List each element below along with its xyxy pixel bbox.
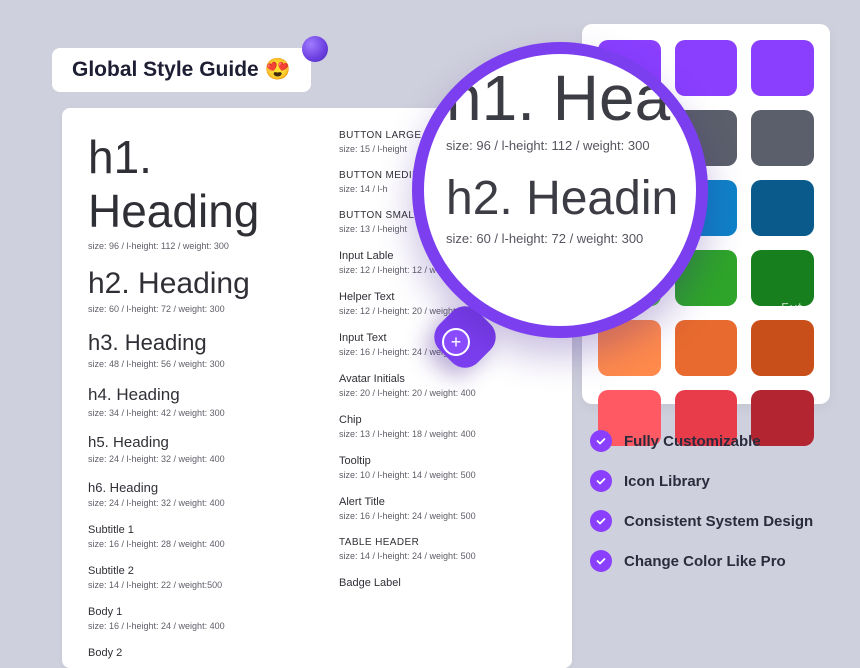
typography-item-spec: size: 16 / l-height: 24 / weight: 400 (88, 621, 295, 631)
typography-item-name: h2. Heading (88, 267, 295, 301)
typography-item-spec: size: 24 / l-height: 32 / weight: 400 (88, 454, 295, 464)
typography-item-spec: size: 20 / l-height: 20 / weight: 400 (339, 388, 546, 398)
typography-item: Body 1 size: 16 / l-height: 24 / weight: … (88, 606, 295, 631)
typography-item-spec: size: 16 / l-height: 24 / weight: 500 (339, 511, 546, 521)
typography-item: h5. Heading size: 24 / l-height: 32 / wei… (88, 434, 295, 464)
typography-item: h3. Heading size: 48 / l-height: 56 / wei… (88, 330, 295, 369)
typography-item-name: Tooltip (339, 455, 546, 467)
typography-item: Badge Label (339, 577, 546, 589)
typography-item-name: Subtitle 1 (88, 524, 295, 536)
color-swatch[interactable] (751, 180, 814, 236)
typography-item: Subtitle 2 size: 14 / l-height: 22 / weig… (88, 565, 295, 590)
typography-item: h2. Heading size: 60 / l-height: 72 / wei… (88, 267, 295, 314)
typography-item: Alert Title size: 16 / l-height: 24 / wei… (339, 496, 546, 521)
typography-item: Avatar Initials size: 20 / l-height: 20 /… (339, 373, 546, 398)
feature-item: Consistent System Design (590, 510, 822, 532)
color-swatch[interactable] (751, 110, 814, 166)
typography-item-name: Chip (339, 414, 546, 426)
check-icon (590, 470, 612, 492)
feature-item: Change Color Like Pro (590, 550, 822, 572)
typography-item-name: h6. Heading (88, 480, 295, 495)
check-icon (590, 430, 612, 452)
zoom-ring: h1. Hea size: 96 / l-height: 112 / weigh… (412, 42, 708, 338)
typography-item-name: Avatar Initials (339, 373, 546, 385)
typography-item-name: h1. Heading (88, 130, 295, 238)
typography-item-spec: size: 48 / l-height: 56 / weight: 300 (88, 359, 295, 369)
typography-item-name: h4. Heading (88, 385, 295, 405)
check-icon (590, 510, 612, 532)
page-title-pill: Global Style Guide 😍 (52, 48, 311, 92)
typography-item: TABLE HEADER size: 14 / l-height: 24 / we… (339, 537, 546, 561)
zoom-lens: h1. Hea size: 96 / l-height: 112 / weigh… (412, 42, 708, 358)
feature-list: Fully Customizable Icon Library Consistent… (590, 430, 822, 590)
feature-item: Fully Customizable (590, 430, 822, 452)
feature-label: Fully Customizable (624, 433, 761, 450)
typography-item-spec: size: 16 / l-height: 28 / weight: 400 (88, 539, 295, 549)
zoom-h1-spec: size: 96 / l-height: 112 / weight: 300 (446, 138, 696, 153)
feature-label: Consistent System Design (624, 513, 813, 530)
typography-item-name: Alert Title (339, 496, 546, 508)
typography-item-spec: size: 10 / l-height: 14 / weight: 500 (339, 470, 546, 480)
typography-item: Body 2 (88, 647, 295, 659)
typography-item-name: h3. Heading (88, 330, 295, 356)
feature-label: Change Color Like Pro (624, 553, 786, 570)
typography-item-name: h5. Heading (88, 434, 295, 451)
check-icon (590, 550, 612, 572)
zoom-h1-sample: h1. Hea (446, 66, 696, 130)
decorative-purple-sphere (302, 36, 328, 62)
zoom-plus-icon: + (442, 328, 470, 356)
typography-item-name: Body 1 (88, 606, 295, 618)
typography-item-spec: size: 24 / l-height: 32 / weight: 400 (88, 498, 295, 508)
typography-item-spec: size: 34 / l-height: 42 / weight: 300 (88, 408, 295, 418)
color-swatch[interactable] (751, 320, 814, 376)
typography-item: Chip size: 13 / l-height: 18 / weight: 40… (339, 414, 546, 439)
typography-item: Subtitle 1 size: 16 / l-height: 28 / weig… (88, 524, 295, 549)
zoom-h2-sample: h2. Headin (446, 175, 696, 223)
typography-item-spec: size: 14 / l-height: 22 / weight:500 (88, 580, 295, 590)
feature-item: Icon Library (590, 470, 822, 492)
color-swatch[interactable] (751, 40, 814, 96)
typography-item-name: Badge Label (339, 577, 546, 589)
typography-item-spec: size: 13 / l-height: 18 / weight: 400 (339, 429, 546, 439)
typography-item: h4. Heading size: 34 / l-height: 42 / wei… (88, 385, 295, 418)
color-swatch[interactable] (751, 250, 814, 306)
typography-item-spec: size: 96 / l-height: 112 / weight: 300 (88, 241, 295, 251)
typography-item-name: Body 2 (88, 647, 295, 659)
typography-item: h6. Heading size: 24 / l-height: 32 / wei… (88, 480, 295, 508)
typography-item: h1. Heading size: 96 / l-height: 112 / we… (88, 130, 295, 251)
typography-item-name: TABLE HEADER (339, 537, 546, 548)
typography-item-name: Subtitle 2 (88, 565, 295, 577)
typography-item-spec: size: 60 / l-height: 72 / weight: 300 (88, 304, 295, 314)
feature-label: Icon Library (624, 473, 710, 490)
typography-column-left: h1. Heading size: 96 / l-height: 112 / we… (88, 130, 295, 668)
typography-item-spec: size: 14 / l-height: 24 / weight: 500 (339, 551, 546, 561)
typography-item: Tooltip size: 10 / l-height: 14 / weight:… (339, 455, 546, 480)
zoom-h2-spec: size: 60 / l-height: 72 / weight: 300 (446, 231, 696, 246)
